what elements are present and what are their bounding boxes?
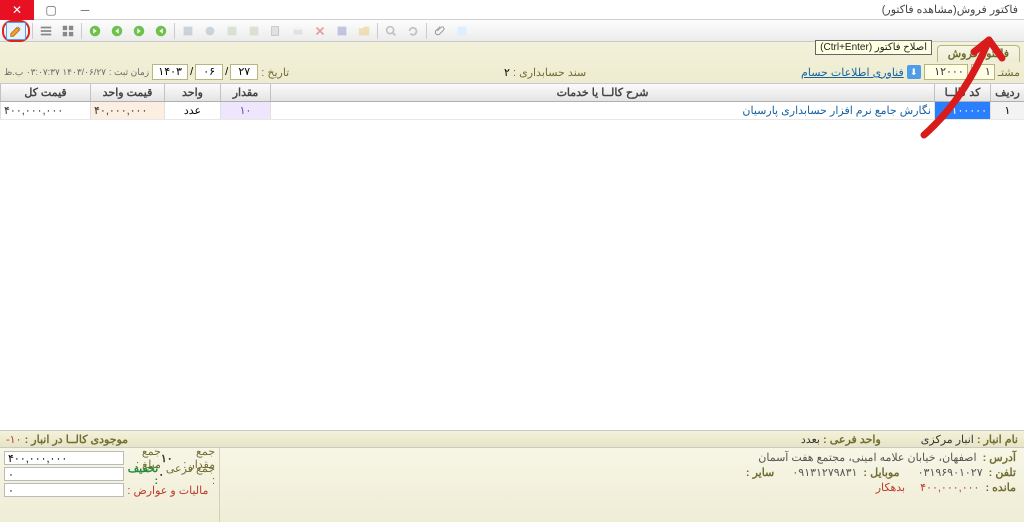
cell-name[interactable]: نگارش جامع نرم افزار حسابداری پارسیان <box>270 102 934 119</box>
cell-total: ۴۰۰,۰۰۰,۰۰۰ <box>0 102 90 119</box>
mob-value: ۰۹۱۳۱۲۷۹۸۳۱ <box>792 466 857 479</box>
open-button[interactable] <box>354 22 374 40</box>
tax-label: مالیات و عوارض : <box>127 484 208 497</box>
maximize-button[interactable]: ▢ <box>34 0 68 20</box>
table-header: ردیف کد کالــا شرح کالــا یا خدمات مقدار… <box>0 84 1024 102</box>
stock-label: موجودی کالــا در انبار : <box>25 434 129 446</box>
tool-d-button[interactable] <box>244 22 264 40</box>
other-label: سایر : <box>746 466 774 479</box>
table-body: ۱ ۱۰۰۰۰۰ نگارش جامع نرم افزار حسابداری پ… <box>0 102 1024 430</box>
col-uprice: قیمت واحد <box>90 84 164 101</box>
discount-input[interactable] <box>4 467 124 481</box>
col-total: قیمت کل <box>0 84 90 101</box>
date-day[interactable]: ۲۷ <box>230 64 258 80</box>
warehouse-label: نام انبار : <box>977 434 1018 446</box>
edit-invoice-button[interactable] <box>6 22 26 40</box>
close-button[interactable]: ✕ <box>0 0 34 20</box>
cell-unit: عدد <box>164 102 220 119</box>
window-title: فاکتور فروش(مشاهده فاکتور) <box>102 3 1024 16</box>
nav-prev-button[interactable] <box>129 22 149 40</box>
print-button[interactable] <box>288 22 308 40</box>
warehouse-value: انبار مرکزی <box>921 434 974 446</box>
stock-value: ۱۰- <box>6 434 22 446</box>
col-unit: واحد <box>164 84 220 101</box>
cell-code[interactable]: ۱۰۰۰۰۰ <box>934 102 990 119</box>
subunit-value: بعدد <box>801 434 820 446</box>
footer: نام انبار : انبار مرکزی واحد فرعی : بعدد… <box>0 430 1024 522</box>
date-label: تاریخ : <box>261 66 289 79</box>
copy-button[interactable] <box>266 22 286 40</box>
tool-b-button[interactable] <box>200 22 220 40</box>
delete-button[interactable] <box>310 22 330 40</box>
balance-side: بدهکار <box>876 481 905 494</box>
balance-value: ۴۰۰,۰۰۰,۰۰۰ <box>920 481 979 494</box>
cell-row: ۱ <box>990 102 1024 119</box>
addr-value: اصفهان، خیابان علامه امینی، مجتمع هفت آس… <box>758 451 976 464</box>
grid-button[interactable] <box>58 22 78 40</box>
edit-tooltip: اصلاح فاکتور (Ctrl+Enter) <box>815 40 932 55</box>
nav-last-button[interactable] <box>85 22 105 40</box>
totals-panel: جمع مقدار :۱۰جمع مبلغ : جمع فرعی :۰تخفیف… <box>0 448 220 522</box>
col-qty: مقدار <box>220 84 270 101</box>
sanad-label: سند حسابداری : <box>513 66 586 79</box>
timestamp-value: ۱۴۰۳/۰۶/۲۷ ۰۳:۰۷:۳۷ ب.ظ <box>4 67 106 78</box>
nav-next-button[interactable] <box>107 22 127 40</box>
subunit-label: واحد فرعی : <box>823 434 881 446</box>
nav-first-button[interactable] <box>151 22 171 40</box>
minimize-button[interactable]: ─ <box>68 0 102 20</box>
download-icon[interactable]: ⬇ <box>907 65 921 79</box>
customer-code-input[interactable]: ۱ <box>971 64 995 80</box>
cell-qty[interactable]: ۱۰ <box>220 102 270 119</box>
refresh-button[interactable] <box>403 22 423 40</box>
header-bar: اصلاح فاکتور (Ctrl+Enter) فاکتور فروش مش… <box>0 42 1024 84</box>
customer-info: آدرس : اصفهان، خیابان علامه امینی، مجتمع … <box>690 448 1024 522</box>
mob-label: موبایل : <box>863 466 899 479</box>
customer-no-input[interactable]: ۱۲۰۰۰ <box>924 64 968 80</box>
date-year[interactable]: ۱۴۰۳ <box>152 64 188 80</box>
toolbar <box>0 20 1024 42</box>
table-row[interactable]: ۱ ۱۰۰۰۰۰ نگارش جامع نرم افزار حسابداری پ… <box>0 102 1024 120</box>
sumamt-input[interactable] <box>4 451 124 465</box>
date-month[interactable]: ۰۶ <box>195 64 223 80</box>
tool-c-button[interactable] <box>222 22 242 40</box>
subsum-value: ۰ <box>158 468 164 481</box>
col-row: ردیف <box>990 84 1024 101</box>
tax-input[interactable] <box>4 483 124 497</box>
find-button[interactable] <box>381 22 401 40</box>
tel-value: ۰۳۱۹۶۹۰۱۰۲۷ <box>918 466 983 479</box>
customer-label: مشتـ <box>998 66 1020 79</box>
balance-label: مانده : <box>985 481 1016 494</box>
tel-label: تلفن : <box>989 466 1016 479</box>
list-button[interactable] <box>36 22 56 40</box>
titlebar: ─ ▢ ✕ فاکتور فروش(مشاهده فاکتور) <box>0 0 1024 20</box>
invoice-tab[interactable]: فاکتور فروش <box>937 45 1020 62</box>
col-name: شرح کالــا یا خدمات <box>270 84 934 101</box>
item-name-link[interactable]: نگارش جامع نرم افزار حسابداری پارسیان <box>742 104 931 117</box>
sanad-value: ۲ <box>504 66 510 79</box>
timestamp-label: زمان ثبت : <box>109 67 149 78</box>
customer-name-link[interactable]: فناوری اطلاعات حسام <box>801 66 904 79</box>
addr-label: آدرس : <box>983 451 1016 464</box>
tool-a-button[interactable] <box>178 22 198 40</box>
attach-button[interactable] <box>430 22 450 40</box>
export-button[interactable] <box>452 22 472 40</box>
col-code: کد کالــا <box>934 84 990 101</box>
cell-uprice[interactable]: ۴۰,۰۰۰,۰۰۰ <box>90 102 164 119</box>
save-button[interactable] <box>332 22 352 40</box>
